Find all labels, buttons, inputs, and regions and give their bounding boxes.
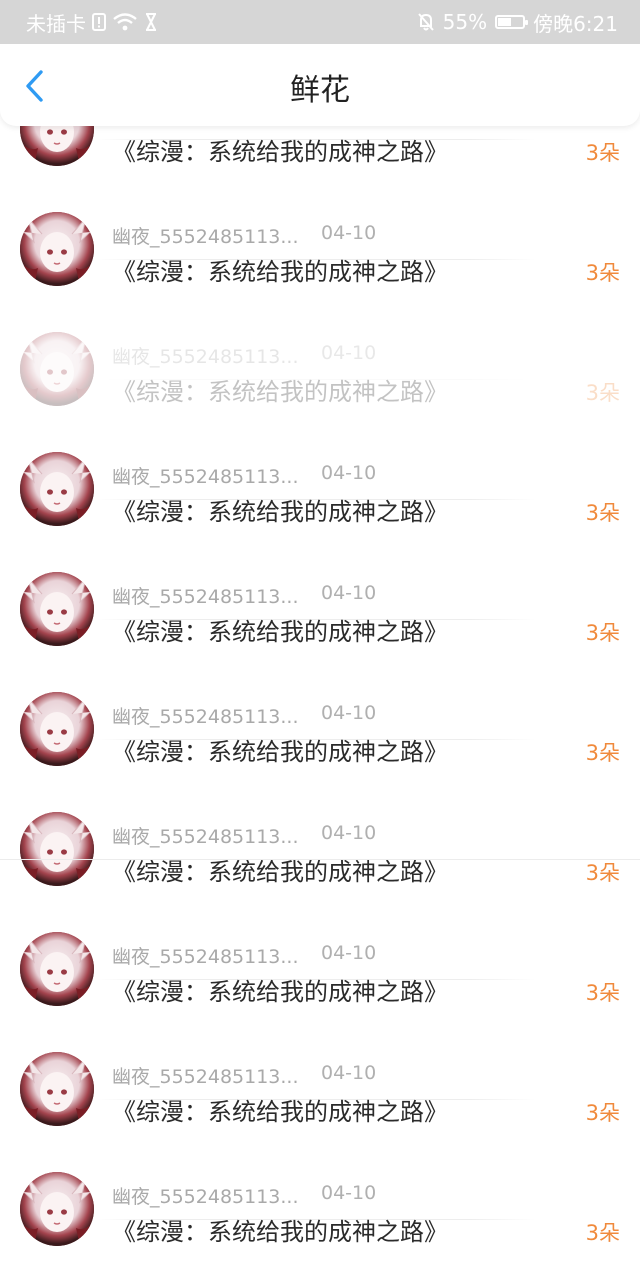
book-title: 《综漫：系统给我的成神之路》 <box>112 1218 448 1246</box>
status-right: 55% 傍晚6:21 <box>417 8 618 37</box>
divider <box>96 1219 536 1220</box>
sim-alert-icon <box>92 13 106 31</box>
date: 04-10 <box>321 1182 377 1204</box>
mute-bell-icon <box>417 12 435 32</box>
date: 04-10 <box>321 1062 377 1084</box>
top-nav-bar: 鲜花 <box>0 44 640 126</box>
username: 幽夜_5552485113... <box>112 1186 299 1208</box>
date: 04-10 <box>321 702 377 724</box>
username: 幽夜_5552485113... <box>112 1066 299 1088</box>
username: 幽夜_5552485113... <box>112 346 299 368</box>
date: 04-10 <box>321 222 377 244</box>
battery-icon <box>495 15 529 29</box>
date: 04-10 <box>321 582 377 604</box>
username: 幽夜_5552485113... <box>112 706 299 728</box>
battery-percent: 55% <box>442 10 488 34</box>
flower-count: 3朵 <box>585 1221 620 1245</box>
username: 幽夜_5552485113... <box>112 946 299 968</box>
status-time: 傍晚6:21 <box>533 11 618 36</box>
avatar-image <box>20 1172 94 1246</box>
list-item[interactable]: 幽夜_5552485113... 04-10 《综漫：系统给我的成神之路》 3朵 <box>0 380 640 526</box>
carrier-text: 未插卡 <box>26 11 86 36</box>
battery-fill <box>498 18 512 26</box>
hourglass-icon <box>144 13 158 31</box>
username: 幽夜_5552485113... <box>112 226 299 248</box>
list-item[interactable]: 幽夜_5552485113... 04-10 《综漫：系统给我的成神之路》 3朵 <box>0 260 640 406</box>
list-item[interactable]: 幽夜_5552485113... 04-10 《综漫：系统给我的成神之路》 3朵 <box>0 740 640 886</box>
avatar[interactable] <box>20 1172 94 1246</box>
list-item[interactable]: 幽夜_5552485113... 04-10 《综漫：系统给我的成神之路》 3朵 <box>0 500 640 646</box>
list-item[interactable]: 幽夜_5552485113... 04-10 《综漫：系统给我的成神之路》 3朵 <box>0 1100 640 1246</box>
username: 幽夜_5552485113... <box>112 586 299 608</box>
wifi-icon <box>112 13 138 31</box>
list-item[interactable]: 幽夜_5552485113... 04-10 《综漫：系统给我的成神之路》 3朵 <box>0 620 640 766</box>
page-title: 鲜花 <box>290 73 350 108</box>
status-bar: 未插卡 55% 傍晚6:21 <box>0 0 640 44</box>
status-left: 未插卡 <box>26 8 158 37</box>
date: 04-10 <box>321 342 377 364</box>
flower-list: 《综漫：系统给我的成神之路》 3朵 幽夜_5552485113... 04-10 《综… <box>0 20 640 1246</box>
username: 幽夜_5552485113... <box>112 466 299 488</box>
list-item[interactable]: 幽夜_5552485113... 04-10 《综漫：系统给我的成神之路》 3朵 <box>0 860 640 1006</box>
date: 04-10 <box>321 462 377 484</box>
username: 幽夜_5552485113... <box>112 826 299 848</box>
date: 04-10 <box>321 822 377 844</box>
list-item[interactable]: 幽夜_5552485113... 04-10 《综漫：系统给我的成神之路》 3朵 <box>0 980 640 1126</box>
list-item[interactable]: 幽夜_5552485113... 04-10 《综漫：系统给我的成神之路》 3朵 <box>0 140 640 286</box>
date: 04-10 <box>321 942 377 964</box>
